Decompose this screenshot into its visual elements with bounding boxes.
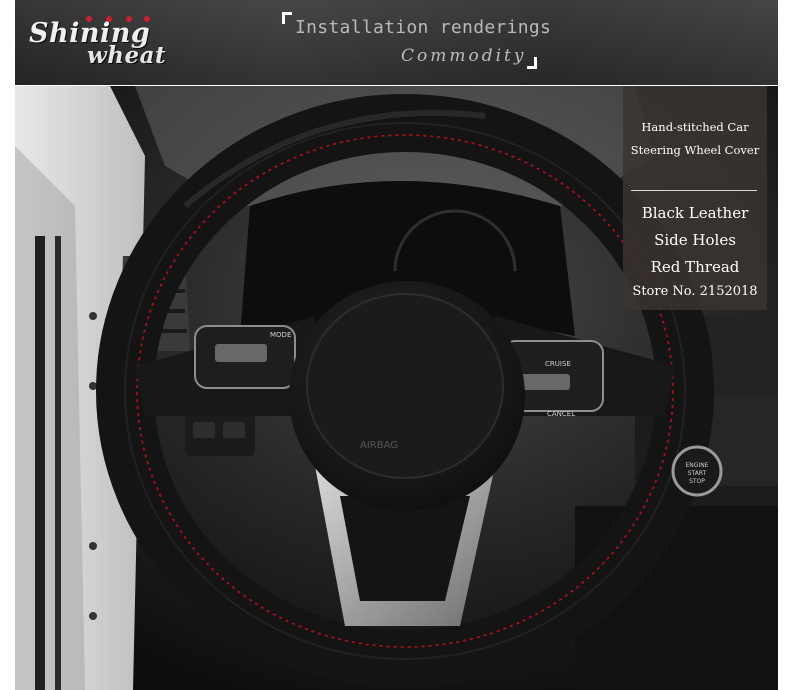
logo-text-wheat: wheat [87,42,167,69]
engine-label-3: STOP [689,478,705,485]
store-number: Store No. 2152018 [632,284,758,299]
info-divider [631,190,757,191]
feature-item-material: Black Leather [641,204,749,222]
mode-button-label: MODE [270,331,291,339]
feature-item-thread: Red Thread [650,258,740,276]
product-title-line-1: Hand-stitched Car [641,120,749,134]
product-title-line-2: Steering Wheel Cover [630,143,760,157]
engine-label-1: ENGINE [686,462,709,469]
page-subtitle: Commodity [401,46,527,66]
page-title: Installation renderings [295,17,552,38]
logo-text-shining: Shining [29,18,151,49]
product-title: Hand-stitched Car Steering Wheel Cover [623,116,767,162]
product-info-card: Hand-stitched Car Steering Wheel Cover B… [623,86,767,310]
header-banner: Shining wheat Installation renderings Co… [15,0,778,85]
bracket-bottom-right [527,57,537,69]
cruise-button-label: CRUISE [545,360,571,368]
feature-list: Black Leather Side Holes Red Thread Stor… [623,200,767,303]
logo-dots [86,16,150,22]
brand-logo: Shining wheat [29,12,189,72]
cancel-button-label: CANCEL [547,410,575,418]
bracket-top-left [282,12,292,24]
airbag-label: AIRBAG [360,440,398,451]
feature-item-holes: Side Holes [654,231,736,249]
engine-label-2: START [688,470,707,477]
